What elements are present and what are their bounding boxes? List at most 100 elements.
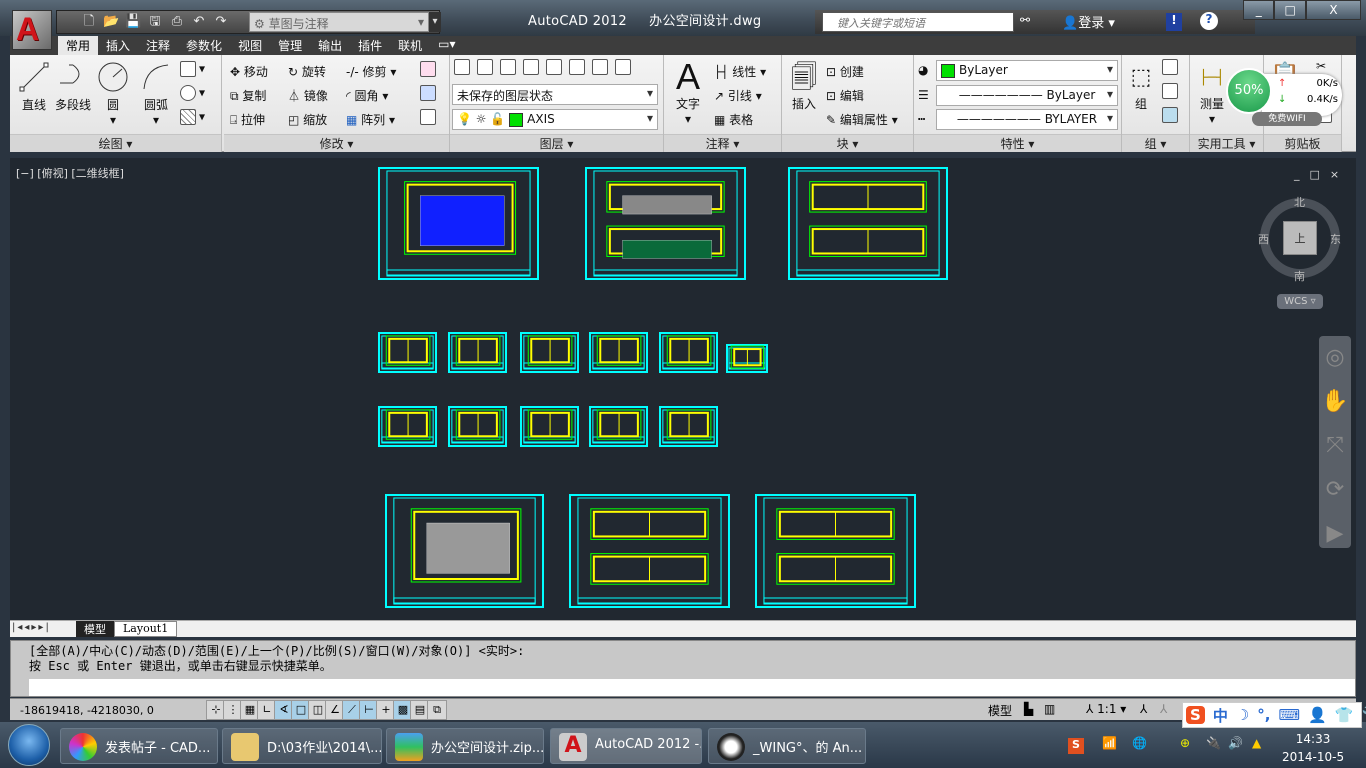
tab-insert[interactable]: 插入 [98,36,138,55]
tab-annotate[interactable]: 注释 [138,36,178,55]
tab-manage[interactable]: 管理 [270,36,310,55]
panel-title-group[interactable]: 组 ▾ [1122,134,1189,152]
close-button[interactable]: X [1305,0,1361,20]
save-icon[interactable]: 💾 [125,14,141,30]
ellipse-button[interactable]: ▾ [180,85,205,101]
network-speed-widget[interactable]: 50% ↑ 0K/s ↓ 0.4K/s 免费WIFI [1222,66,1342,128]
drawing-viewport[interactable]: [−] [俯视] [二维线框] _ □ × 上 北 南 东 西 WCS ▿ ◎ ✋ … [10,158,1356,620]
wrench-icon[interactable]: 🔧 [1362,706,1366,724]
tab-output[interactable]: 输出 [310,36,350,55]
model-space-button[interactable]: 模型 [988,702,1012,719]
annotation-scale-dropdown[interactable]: ⅄ 1:1 ▾ [1086,702,1126,716]
maximize-button[interactable]: □ [1274,0,1306,20]
insert-block-button[interactable]: 🗐 插入 [786,61,822,112]
fillet-button[interactable]: ◜ 圆角 ▾ [346,87,388,104]
compass-east[interactable]: 东 [1330,231,1341,247]
copy-button[interactable]: ⧉ 复制 [230,87,266,104]
coordinates-readout[interactable]: -18619418, -4218030, 0 [20,704,154,717]
help-icon[interactable]: ? [1200,12,1218,30]
ribbon-minimize-icon[interactable]: ▭▾ [430,36,463,55]
viewport-minimize-button[interactable]: _ [1294,168,1300,181]
layout-nav-arrows[interactable]: |◂◂▸▸| [12,622,51,633]
edit-block-button[interactable]: ⊡ 编辑 [826,87,864,104]
workspace-dropdown[interactable]: ⚙ 草图与注释 ▾ [249,12,429,32]
taskbar-item-qq[interactable]: _WING°、的 An... [708,728,866,764]
security-tray-icon[interactable]: ⊕ [1180,736,1190,750]
showmotion-icon[interactable]: ▶ [1319,512,1351,556]
minimize-button[interactable]: _ [1243,0,1275,20]
hatch-button[interactable]: ▾ [180,109,205,125]
annotation-visibility-icon[interactable]: ⅄ [1140,702,1147,716]
matchprop-icon[interactable] [420,61,439,77]
command-input[interactable] [29,679,1355,696]
stretch-button[interactable]: ⍈ 拉伸 [230,111,265,128]
redo-icon[interactable]: ↷ [213,14,229,30]
ime-lang-toggle[interactable]: 中 [1213,705,1228,726]
linear-dim-button[interactable]: ├┤ 线性 ▾ [714,63,766,80]
layer-properties-icon[interactable] [454,59,470,75]
compass-north[interactable]: 北 [1294,194,1305,210]
panel-title-draw[interactable]: 绘图 ▾ [10,134,221,152]
punctuation-icon[interactable]: °, [1257,706,1270,724]
layer-next-icon[interactable] [569,59,585,75]
layer-dropdown[interactable]: 💡 ☼ 🔓 AXIS [452,109,658,130]
panel-title-utilities[interactable]: 实用工具 ▾ [1190,134,1263,152]
print-icon[interactable]: ⎙ [169,14,185,30]
linetype-dropdown[interactable]: ——————— BYLAYER [936,109,1118,130]
tab-layout1[interactable]: Layout1 [114,621,178,637]
quick-view-layouts-icon[interactable]: ▙ [1024,702,1033,716]
taskbar-item-autocad[interactable]: A AutoCAD 2012 -... [550,728,702,764]
tab-online[interactable]: 联机 [390,36,430,55]
group-select-icon[interactable] [1162,107,1181,123]
move-button[interactable]: ✥ 移动 [230,63,268,80]
viewport-close-button[interactable]: × [1330,168,1339,181]
orbit-icon[interactable]: ⟳ [1319,468,1351,512]
panel-title-properties[interactable]: 特性 ▾ [914,134,1121,152]
panel-title-annotation[interactable]: 注释 ▾ [664,134,781,152]
lineweight-dropdown[interactable]: ——————— ByLayer [936,85,1118,106]
leader-button[interactable]: ↗ 引线 ▾ [714,87,762,104]
table-button[interactable]: ▦ 表格 [714,111,753,128]
compass-south[interactable]: 南 [1294,268,1305,284]
search-input[interactable] [822,12,1014,32]
offset-icon[interactable] [420,109,439,125]
layer-previous-icon[interactable] [546,59,562,75]
tab-plugins[interactable]: 插件 [350,36,390,55]
polyline-button[interactable]: 多段线 [52,61,94,113]
compass-west[interactable]: 西 [1258,231,1269,247]
user-icon[interactable]: 👤 [1308,706,1327,724]
keyboard-icon[interactable]: ⌨ [1278,706,1300,724]
circle-button[interactable]: 圆 ▾ [96,61,130,127]
taskbar-item-explorer[interactable]: D:\03作业\2014\... [222,728,382,764]
panel-title-block[interactable]: 块 ▾ [782,134,913,152]
system-clock[interactable]: 14:33 2014-10-5 [1282,730,1344,766]
panel-title-modify[interactable]: 修改 ▾ [224,134,449,152]
array-button[interactable]: ▦ 阵列 ▾ [346,111,395,128]
layer-isolate-icon[interactable] [477,59,493,75]
binoculars-icon[interactable]: ⚯ [1020,13,1030,27]
layer-state-dropdown[interactable]: 未保存的图层状态 [452,84,658,105]
new-icon[interactable]: 🗋 [81,14,97,30]
arc-button[interactable]: 圆弧 ▾ [138,61,174,127]
text-button[interactable]: A 文字 ▾ [668,59,708,127]
rotate-button[interactable]: ↻ 旋转 [288,63,326,80]
group-add-icon[interactable] [1162,83,1181,99]
zoom-extents-icon[interactable]: ⤧ [1319,424,1351,468]
color-dropdown[interactable]: ByLayer [936,60,1118,81]
sogou-tray-icon[interactable]: S [1068,738,1084,754]
group-edit-icon[interactable] [1162,59,1181,75]
network-warning-icon[interactable]: ▲ [1252,736,1261,750]
selection-cycling-toggle[interactable]: ⧉ [427,700,447,720]
layer-match-icon[interactable] [523,59,539,75]
create-block-button[interactable]: ⊡ 创建 [826,63,864,80]
layer-off-icon[interactable] [500,59,516,75]
taskbar-item-browser[interactable]: 发表帖子 - CAD... [60,728,218,764]
sogou-ime-bar[interactable]: S 中 ☽ °, ⌨ 👤 👕 🔧 [1182,702,1366,728]
taskbar-item-archive[interactable]: 办公空间设计.zip... [386,728,544,764]
panel-title-layers[interactable]: 图层 ▾ [450,134,663,152]
trim-button[interactable]: -/- 修剪 ▾ [346,63,396,80]
rectangle-button[interactable]: ▾ [180,61,205,77]
exchange-icon[interactable]: ! [1166,13,1182,31]
wifi-icon[interactable]: 📶 [1102,736,1117,750]
viewcube-top-face[interactable]: 上 [1283,221,1317,255]
